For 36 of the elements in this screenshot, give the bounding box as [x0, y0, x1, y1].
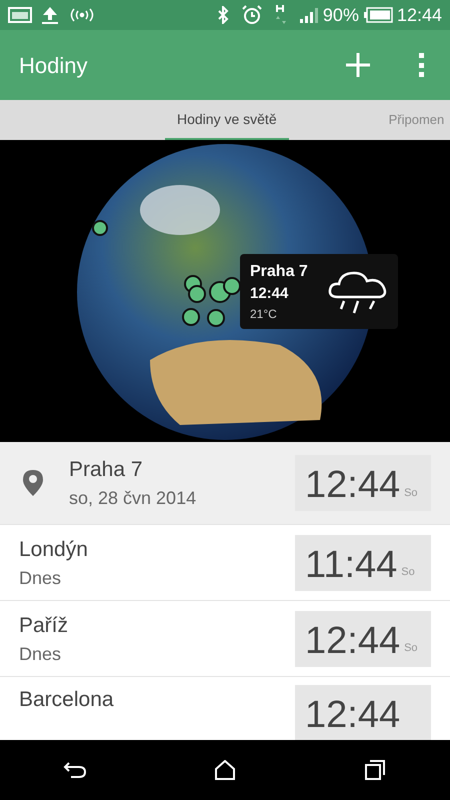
hotspot-icon	[68, 7, 96, 23]
clock-time: 12:44	[305, 618, 400, 662]
city-name: Barcelona	[19, 687, 115, 713]
clock-date: so, 28 čvn 2014	[69, 487, 198, 510]
current-location-row[interactable]: Praha 7 so, 28 čvn 2014 12:44 So	[0, 442, 450, 524]
data-transfer-icon	[274, 4, 287, 26]
image-icon	[8, 7, 32, 23]
alarm-clock-icon	[240, 4, 263, 26]
recent-apps-icon	[365, 760, 385, 780]
day-label: So	[404, 486, 418, 500]
day-label: So	[404, 641, 418, 656]
bluetooth-icon	[216, 6, 229, 24]
home-icon	[214, 760, 236, 780]
more-vertical-icon	[419, 53, 425, 77]
popup-city: Praha 7	[250, 262, 309, 282]
plus-icon	[345, 52, 371, 78]
popup-time: 12:44	[250, 284, 290, 304]
signal-icon	[298, 7, 319, 23]
status-time: 12:44	[396, 4, 442, 26]
city-clock-row[interactable]: Barcelona 12:44	[0, 676, 450, 740]
battery-icon	[362, 7, 393, 23]
clock-time: 11:44	[305, 542, 398, 586]
clock-date: Dnes	[19, 642, 62, 666]
upload-icon	[40, 6, 60, 24]
day-label: So	[401, 565, 415, 580]
popup-temperature: 21°C	[250, 306, 278, 322]
city-name: Praha 7	[69, 457, 144, 483]
city-name: Paříž	[19, 612, 70, 638]
back-icon	[63, 761, 87, 779]
app-title: Hodiny	[19, 52, 88, 80]
location-pin-icon	[22, 469, 44, 497]
clock-time: 12:44	[305, 463, 400, 507]
battery-percent: 90%	[322, 4, 359, 26]
clock-time: 12:44	[305, 693, 400, 737]
city-name: Londýn	[19, 536, 89, 562]
clock-date: Dnes	[19, 566, 62, 590]
